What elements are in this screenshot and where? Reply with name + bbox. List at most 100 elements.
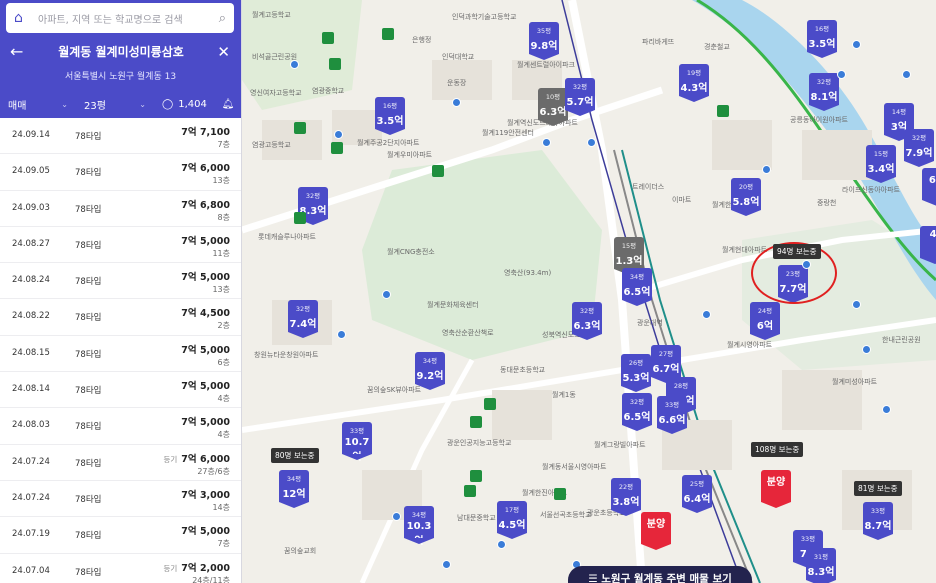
poi-pin-icon[interactable] (837, 70, 846, 79)
school-icon[interactable] (294, 212, 306, 224)
school-icon[interactable] (382, 28, 394, 40)
transaction-row[interactable]: 24.08.14 78타입 7억 5,000 4층 (0, 372, 241, 409)
transaction-floor: 6층 (217, 357, 230, 367)
school-icon[interactable] (484, 398, 496, 410)
price-marker[interactable]: 34평 12억 (279, 470, 309, 508)
price-marker[interactable]: 32평 7.4억 (288, 300, 318, 338)
poi-pin-icon[interactable] (382, 290, 391, 299)
school-icon[interactable] (470, 416, 482, 428)
school-icon[interactable] (294, 122, 306, 134)
poi-pin-icon[interactable] (587, 138, 596, 147)
price-marker[interactable]: 20평 5.8억 (731, 178, 761, 216)
school-icon[interactable] (717, 105, 729, 117)
poi-pin-icon[interactable] (882, 405, 891, 414)
poi-pin-icon[interactable] (290, 60, 299, 69)
transaction-price: 7억 5,000 (177, 523, 230, 537)
search-box[interactable]: ⌂ 아파트, 지역 또는 학교명으로 검색 ⌕ (6, 3, 234, 33)
price-marker[interactable]: 4. (920, 226, 936, 264)
comments-button[interactable]: ◯ 1,404 (154, 93, 214, 115)
transaction-price: 등기 7억 6,000 (163, 451, 230, 465)
poi-pin-icon[interactable] (337, 330, 346, 339)
price-marker[interactable]: 34평 9.2억 (415, 352, 445, 390)
transaction-row[interactable]: 24.08.15 78타입 7억 5,000 6층 (0, 336, 241, 373)
poi-pin-icon[interactable] (902, 70, 911, 79)
transaction-row[interactable]: 24.09.03 78타입 7억 6,800 8층 (0, 191, 241, 227)
price-marker[interactable]: 10평 6.3억 (538, 88, 568, 126)
transaction-row[interactable]: 24.08.27 78타입 7억 5,000 11층 (0, 227, 241, 264)
school-icon[interactable] (329, 58, 341, 70)
bell-button[interactable]: 🔔︎ (214, 93, 241, 115)
price-marker[interactable]: 34평 6.5억 (622, 268, 652, 306)
poi-pin-icon[interactable] (442, 560, 451, 569)
comment-icon: ◯ (162, 98, 174, 110)
poi-pin-icon[interactable] (702, 310, 711, 319)
price-marker[interactable]: 32평 6.3억 (572, 302, 602, 340)
price-marker[interactable]: 31평 8.3억 (806, 548, 836, 583)
price-marker[interactable]: 26평 5.3억 (621, 354, 651, 392)
price-marker[interactable]: 32평 8.1억 (809, 73, 839, 111)
price-marker[interactable]: 분양 (761, 470, 791, 508)
poi-pin-icon[interactable] (762, 165, 771, 174)
filter-bar: 매매 ⌄ 23평 ⌄ ◯ 1,404 🔔︎ (0, 93, 241, 115)
transaction-row[interactable]: 24.08.22 78타입 7억 4,500 2층 (0, 299, 241, 336)
price-value: 7억 3,000 (181, 489, 230, 501)
price-marker[interactable]: 19평 4.3억 (679, 64, 709, 102)
price-marker[interactable]: 16평 3.5억 (807, 20, 837, 58)
school-icon[interactable] (554, 488, 566, 500)
school-icon[interactable] (322, 32, 334, 44)
poi-pin-icon[interactable] (497, 540, 506, 549)
school-icon[interactable] (432, 165, 444, 177)
transaction-row[interactable]: 24.07.24 78타입 등기 7억 6,000 27층/6층 (0, 445, 241, 481)
transaction-row[interactable]: 24.09.05 78타입 7억 6,000 13층 (0, 154, 241, 191)
search-input[interactable]: 아파트, 지역 또는 학교명으로 검색 (38, 11, 219, 26)
school-icon[interactable] (470, 470, 482, 482)
school-icon[interactable] (331, 142, 343, 154)
price-marker[interactable]: 33평 10.7억 (342, 422, 372, 463)
transaction-row[interactable]: 24.08.03 78타입 7억 5,000 4층 (0, 408, 241, 445)
poi-pin-icon[interactable] (334, 130, 343, 139)
price-marker[interactable]: 24평 6억 (750, 302, 780, 340)
price-marker[interactable]: 25평 6.4억 (682, 475, 712, 513)
price-marker[interactable]: 34평 10.3억 (404, 506, 434, 547)
transaction-row[interactable]: 24.08.24 78타입 7억 5,000 13층 (0, 263, 241, 300)
price-marker[interactable]: 6억 (922, 168, 936, 206)
price-marker[interactable]: 35평 9.8억 (529, 22, 559, 60)
close-icon[interactable]: ✕ (217, 42, 230, 62)
price-marker[interactable]: 33평 8.7억 (863, 502, 893, 540)
price-marker[interactable]: 22평 3.8억 (611, 478, 641, 516)
transaction-floor: 8층 (217, 212, 230, 222)
school-icon[interactable] (464, 485, 476, 497)
home-icon[interactable]: ⌂ (14, 10, 30, 26)
price-marker[interactable]: 15평 3.4억 (866, 145, 896, 183)
transaction-row[interactable]: 24.07.24 78타입 7억 3,000 14층 (0, 481, 241, 518)
transaction-type: 78타입 (75, 422, 102, 433)
poi-pin-icon[interactable] (852, 40, 861, 49)
price-marker[interactable]: 15평 1.3억 (614, 237, 644, 275)
transaction-row[interactable]: 24.07.19 78타입 7억 5,000 7층 (0, 517, 241, 554)
transaction-row[interactable]: 24.09.14 78타입 7억 7,100 7층 (0, 118, 241, 155)
price-marker[interactable]: 32평 7.9억 (904, 129, 934, 167)
transaction-row[interactable]: 24.07.04 78타입 등기 7억 2,000 24층/11층 (0, 554, 241, 583)
price-marker[interactable]: 27평 6.7억 (651, 345, 681, 383)
area-select[interactable]: 23평 ⌄ (76, 93, 154, 115)
search-icon[interactable]: ⌕ (219, 11, 226, 26)
poi-pin-icon[interactable] (392, 512, 401, 521)
price-marker[interactable]: 32평 6.5억 (622, 393, 652, 431)
marker-price: 분양 (646, 519, 666, 530)
poi-pin-icon[interactable] (452, 98, 461, 107)
marker-size: 15평 (621, 242, 637, 250)
price-marker[interactable]: 32평 5.7억 (565, 78, 595, 116)
price-marker[interactable]: 33평 6.6억 (657, 396, 687, 434)
poi-pin-icon[interactable] (862, 345, 871, 354)
deal-type-select[interactable]: 매매 ⌄ (0, 93, 76, 115)
map-view[interactable]: 월계고등학교 비석골근린공원 영신여자고등학교 염광고등학교 염광중학교 은행정 인덕과학기… (242, 0, 936, 583)
marker-price: 6억 (756, 321, 774, 332)
nearby-listings-button[interactable]: ☰ 노원구 월계동 주변 매물 보기 (568, 566, 752, 583)
map-place-label: 영신여자고등학교 (250, 89, 302, 97)
price-marker[interactable]: 17평 4.5억 (497, 501, 527, 539)
price-marker[interactable]: 16평 3.5억 (375, 97, 405, 135)
poi-pin-icon[interactable] (852, 300, 861, 309)
marker-size: 10평 (545, 93, 561, 101)
poi-pin-icon[interactable] (542, 138, 551, 147)
price-marker[interactable]: 분양 (641, 512, 671, 550)
